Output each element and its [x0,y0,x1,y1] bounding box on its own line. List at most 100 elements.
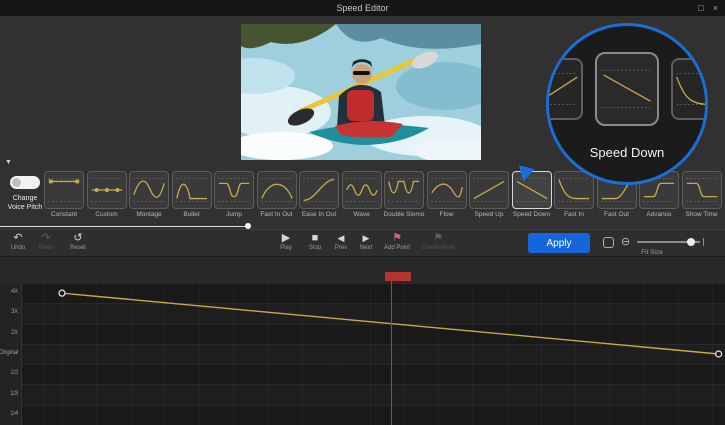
preset-speedup[interactable]: Speed Up [469,171,509,223]
video-preview [241,24,481,160]
close-icon[interactable]: × [713,0,718,16]
delete-point-button[interactable]: ⚑ Delete Point [422,232,455,251]
add-point-icon: ⚑ [392,232,402,245]
preset-bullet[interactable]: Bullet [172,171,212,223]
prev-icon: ◀ [338,232,345,245]
preset-thumbnail [384,171,424,209]
preset-montage[interactable]: Montage [129,171,169,223]
window-title: Speed Editor [0,0,725,16]
zoom-slider-knob[interactable] [687,238,695,246]
preset-fastin[interactable]: Fast In [554,171,594,223]
preset-fastinout[interactable]: Fast In Out [257,171,297,223]
curve-start-point[interactable] [59,290,65,296]
speed-label: 1/4 [10,411,18,417]
fit-size-icon[interactable] [603,237,614,248]
preset-doubleslomo[interactable]: Double Slomo [384,171,424,223]
preset-label: Jump [226,211,242,218]
callout-thumb-speed-down [595,52,659,126]
preset-thumbnail [129,171,169,209]
preset-label: Fast In [564,211,584,218]
redo-icon: ↷ [41,232,50,245]
preset-label: Flow [440,211,454,218]
speed-curve [22,283,725,425]
fit-size-label: Fit Size [612,249,692,256]
play-icon: ▶ [282,232,290,245]
curve-end-point[interactable] [716,351,722,357]
callout-label: Speed Down [549,145,705,160]
zoom-out-icon[interactable]: ⊖ [621,235,630,248]
add-point-button[interactable]: ⚑ Add Point [384,232,410,251]
preset-custom[interactable]: Custom [87,171,127,223]
preset-label: Double Slomo [384,211,425,218]
preset-label: Fast Out [604,211,629,218]
window-controls: □ × [698,0,718,16]
speed-down-callout: Speed Down [546,23,708,185]
playhead-line[interactable] [391,281,392,425]
preset-label: Ease In Out [302,211,336,218]
preset-thumbnail [299,171,339,209]
speed-label-column: 4X 3X 2X Original 1/2 1/3 1/4 [0,283,22,425]
preset-showtime[interactable]: Show Time [682,171,722,223]
preset-constant[interactable]: Constant [44,171,84,223]
toolbar: ↶ Undo ↷ Redo ↺ Reset ▶ Play ■ Stop ◀ Pr… [0,229,725,257]
undo-button[interactable]: ↶ Undo [8,232,28,251]
callout-thumb-left [546,58,583,120]
zoom-slider-end-tick [703,238,704,246]
preset-thumbnail [342,171,382,209]
preset-label: Fast In Out [260,211,292,218]
maximize-icon[interactable]: □ [698,0,703,16]
reset-button[interactable]: ↺ Reset [68,232,88,251]
titlebar: Speed Editor □ × [0,0,725,16]
preset-jump[interactable]: Jump [214,171,254,223]
preset-easeinout[interactable]: Ease In Out [299,171,339,223]
preset-label: Custom [95,211,117,218]
timeline-header: ↻ 00:00:09.63 24681012141618 [0,257,725,283]
preset-label: Constant [51,211,77,218]
reset-icon: ↺ [73,232,82,245]
next-icon: ▶ [363,232,370,245]
preset-thumbnail [427,171,467,209]
prev-button[interactable]: ◀ Prev [331,232,351,251]
voice-pitch-label: Change Voice Pitch [0,194,50,212]
delete-point-icon: ⚑ [433,232,443,245]
redo-button[interactable]: ↷ Redo [36,232,56,251]
apply-button[interactable]: Apply [528,233,590,253]
preset-label: Speed Down [513,211,550,218]
play-button[interactable]: ▶ Play [276,232,296,251]
callout-thumb-right [671,58,708,120]
preset-thumbnail [87,171,127,209]
preset-label: Montage [136,211,161,218]
speed-label: 2X [11,330,18,336]
preset-thumbnail [257,171,297,209]
preset-label: Speed Up [475,211,504,218]
next-button[interactable]: ▶ Next [356,232,376,251]
preset-label: Show Time [685,211,717,218]
callout-thumbnails [546,52,708,126]
preset-thumbnail [554,171,594,209]
toggle-knob-icon [12,178,21,187]
preset-scrollbar-track[interactable] [0,226,250,227]
undo-icon: ↶ [13,232,22,245]
speed-label: 1/3 [10,391,18,397]
speed-label: 4X [11,289,18,295]
preset-wave[interactable]: Wave [342,171,382,223]
stop-icon: ■ [312,232,319,245]
kayaker-image [241,24,481,160]
speed-graph[interactable] [22,283,725,425]
preset-thumbnail [44,171,84,209]
speed-editor-window: Speed Editor □ × [0,0,725,425]
speed-label: 1/2 [10,370,18,376]
preset-flow[interactable]: Flow [427,171,467,223]
speed-label: 3X [11,309,18,315]
speed-label: Original [0,350,18,356]
preset-label: Advance [646,211,671,218]
playhead-marker[interactable] [385,272,411,281]
voice-pitch-toggle[interactable] [10,176,40,189]
expander-arrow-icon[interactable]: ▼ [5,159,12,166]
preset-thumbnail [682,171,722,209]
preset-thumbnail [172,171,212,209]
stop-button[interactable]: ■ Stop [305,232,325,251]
preset-thumbnail [469,171,509,209]
preset-label: Wave [353,211,369,218]
preset-label: Bullet [183,211,199,218]
